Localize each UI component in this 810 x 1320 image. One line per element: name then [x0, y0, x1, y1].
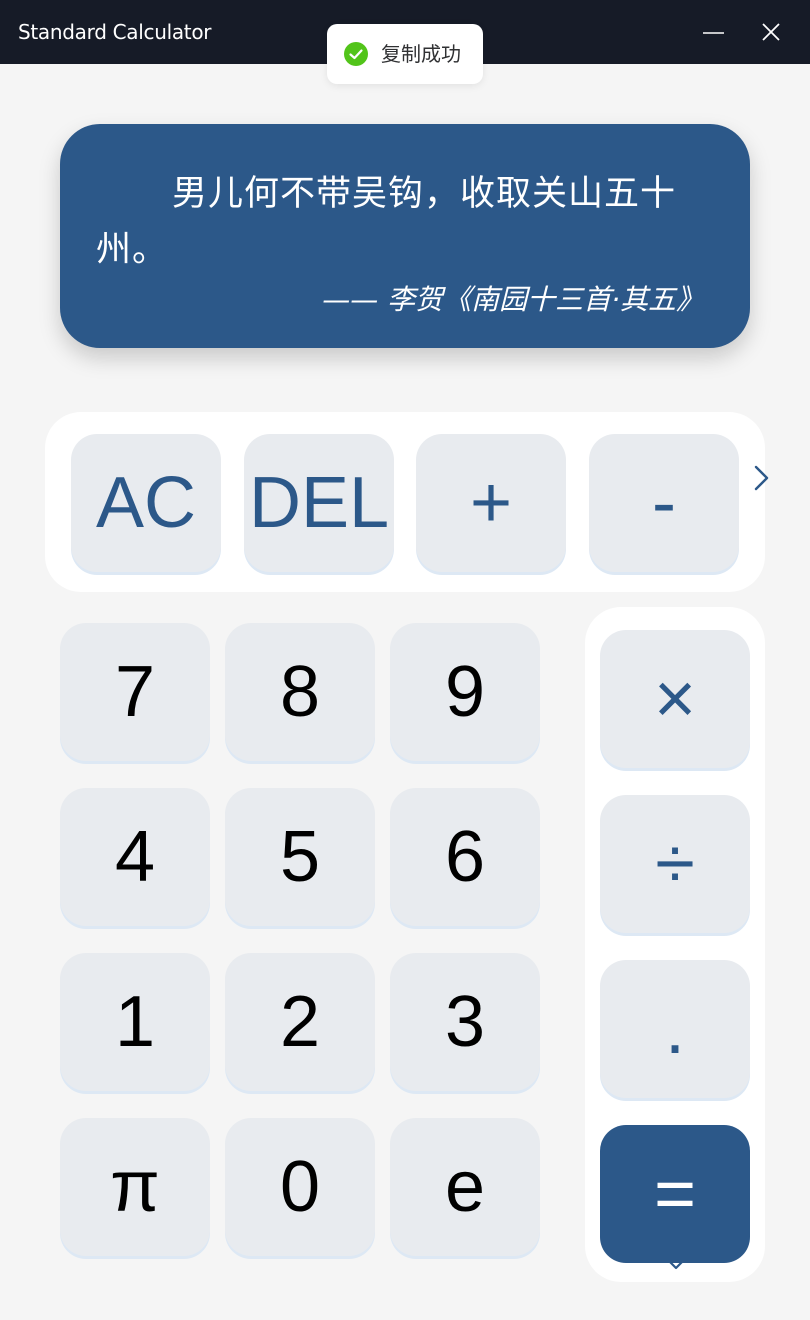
quote-author: —— 李贺《南园十三首·其五》: [322, 283, 704, 316]
chevron-down-icon[interactable]: [665, 1257, 687, 1271]
close-icon: [762, 23, 780, 41]
chevron-right-icon[interactable]: [753, 464, 771, 492]
divide-button[interactable]: ÷: [600, 795, 750, 933]
window-title: Standard Calculator: [18, 20, 212, 44]
subtract-button[interactable]: -: [589, 434, 739, 572]
key-pi[interactable]: π: [60, 1118, 210, 1256]
key-5[interactable]: 5: [225, 788, 375, 926]
key-9[interactable]: 9: [390, 623, 540, 761]
key-6[interactable]: 6: [390, 788, 540, 926]
equals-button[interactable]: =: [600, 1125, 750, 1263]
operator-row: AC DEL + -: [45, 412, 769, 592]
quote-card[interactable]: 男儿何不带吴钩，收取关山五十州。 —— 李贺《南园十三首·其五》: [60, 124, 750, 348]
delete-button[interactable]: DEL: [244, 434, 394, 572]
close-button[interactable]: [742, 0, 800, 64]
key-8[interactable]: 8: [225, 623, 375, 761]
key-7[interactable]: 7: [60, 623, 210, 761]
side-operator-panel: × ÷ . =: [585, 607, 765, 1282]
check-circle-icon: [344, 42, 368, 66]
multiply-button[interactable]: ×: [600, 630, 750, 768]
minimize-icon: [703, 32, 724, 34]
key-0[interactable]: 0: [225, 1118, 375, 1256]
minimize-button[interactable]: [684, 0, 742, 64]
key-3[interactable]: 3: [390, 953, 540, 1091]
add-button[interactable]: +: [416, 434, 566, 572]
toast-notification: 复制成功: [327, 24, 483, 84]
quote-text: 男儿何不带吴钩，收取关山五十州。: [96, 174, 677, 270]
key-4[interactable]: 4: [60, 788, 210, 926]
clear-button[interactable]: AC: [71, 434, 221, 572]
decimal-button[interactable]: .: [600, 960, 750, 1098]
key-2[interactable]: 2: [225, 953, 375, 1091]
toast-message: 复制成功: [381, 42, 461, 66]
key-1[interactable]: 1: [60, 953, 210, 1091]
key-e[interactable]: e: [390, 1118, 540, 1256]
